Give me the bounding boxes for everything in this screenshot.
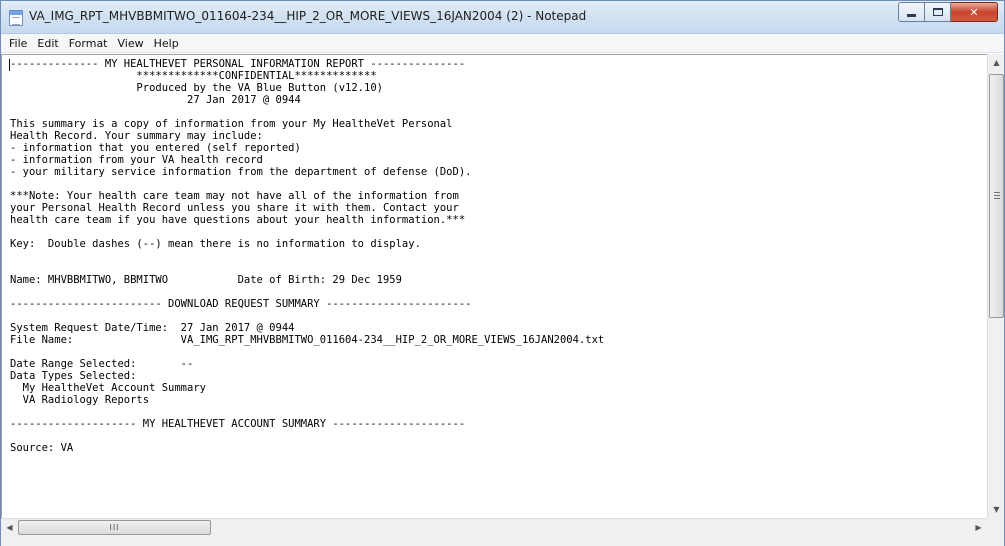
scroll-up-arrow-icon[interactable]: ▲ [988,54,1005,71]
document-line: Source: VA [10,442,74,454]
title-bar[interactable]: VA_IMG_RPT_MHVBBMITWO_011604-234__HIP_2_… [1,1,1004,34]
document-line: Date Range Selected: -- [10,358,194,370]
notepad-window: VA_IMG_RPT_MHVBBMITWO_011604-234__HIP_2_… [0,0,1005,546]
thumb-grip-line [994,195,1000,196]
vertical-scrollbar[interactable]: ▲ ▼ [987,54,1004,518]
menu-file[interactable]: File [4,34,32,53]
horizontal-scroll-thumb[interactable]: III [18,520,211,535]
close-button[interactable]: ✕ [951,2,998,22]
document-line: Name: MHVBBMITWO, BBMITWO Date of Birth:… [10,274,402,286]
document-line: - information that you entered (self rep… [10,142,301,154]
notepad-icon [9,10,23,26]
scroll-down-arrow-icon[interactable]: ▼ [988,501,1005,518]
menu-edit[interactable]: Edit [32,34,63,53]
document-line: Health Record. Your summary may include: [10,130,263,142]
minimize-icon [907,13,916,17]
document-line: Data Types Selected: [10,370,137,382]
window-controls: ✕ [898,2,998,22]
thumb-grip-line [994,192,1000,193]
menu-help[interactable]: Help [149,34,184,53]
scroll-right-arrow-icon[interactable]: ▶ [970,519,987,536]
close-icon: ✕ [969,5,979,19]
document-line: My HealtheVet Account Summary [10,382,206,394]
document-line: ------------------------ DOWNLOAD REQUES… [10,298,472,310]
document-line: your Personal Health Record unless you s… [10,202,459,214]
document-line: -------------- MY HEALTHEVET PERSONAL IN… [10,58,466,70]
document-line: *************CONFIDENTIAL************* [10,70,377,82]
thumb-grip-line [994,198,1000,199]
maximize-button[interactable] [925,2,951,22]
window-title: VA_IMG_RPT_MHVBBMITWO_011604-234__HIP_2_… [29,9,587,23]
document-line: health care team if you have questions a… [10,214,466,226]
document-line: System Request Date/Time: 27 Jan 2017 @ … [10,322,295,334]
document-line: Key: Double dashes (--) mean there is no… [10,238,421,250]
scroll-left-arrow-icon[interactable]: ◀ [1,519,18,536]
document-line: Produced by the VA Blue Button (v12.10) [10,82,383,94]
document-line: -------------------- MY HEALTHEVET ACCOU… [10,418,466,430]
document-text: -------------- MY HEALTHEVET PERSONAL IN… [10,58,604,454]
menu-view[interactable]: View [113,34,149,53]
document-line: - information from your VA health record [10,154,263,166]
window-bottom-edge [1,535,1004,546]
scrollbar-corner [987,518,1004,535]
vertical-scroll-thumb[interactable] [989,74,1004,318]
document-line: 27 Jan 2017 @ 0944 [10,94,301,106]
horizontal-scrollbar[interactable]: ◀ III ▶ [1,518,987,535]
text-editor-area[interactable]: -------------- MY HEALTHEVET PERSONAL IN… [1,54,987,518]
menu-format[interactable]: Format [64,34,113,53]
document-line: ***Note: Your health care team may not h… [10,190,459,202]
menu-bar: File Edit Format View Help [1,34,1004,53]
maximize-icon [932,8,943,16]
document-line: File Name: VA_IMG_RPT_MHVBBMITWO_011604-… [10,334,605,346]
minimize-button[interactable] [898,2,925,22]
document-line: VA Radiology Reports [10,394,150,406]
document-line: - your military service information from… [10,166,472,178]
document-line: This summary is a copy of information fr… [10,118,453,130]
